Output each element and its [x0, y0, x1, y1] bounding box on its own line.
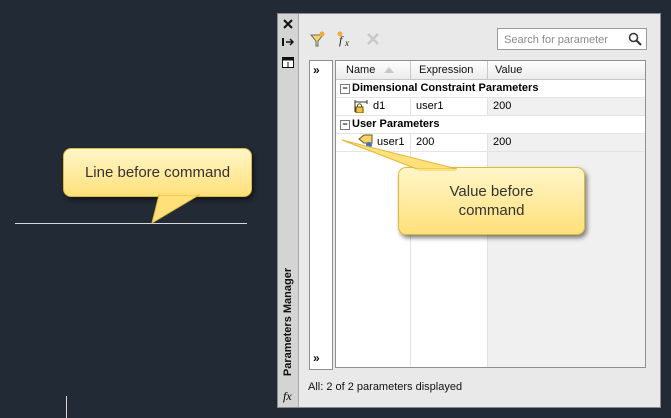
- grid-header: Name Expression Value: [336, 61, 645, 80]
- drawn-line: [15, 223, 247, 224]
- status-bar-text: All: 2 of 2 parameters displayed: [308, 381, 463, 393]
- collapse-icon[interactable]: −: [340, 120, 350, 130]
- group-dimensional[interactable]: − Dimensional Constraint Parameters: [336, 80, 645, 97]
- collapse-icon[interactable]: −: [340, 84, 350, 94]
- search-input[interactable]: [502, 30, 624, 50]
- search-icon[interactable]: [628, 32, 642, 49]
- cell-value: 200: [493, 136, 512, 148]
- autohide-icon[interactable]: [281, 35, 295, 49]
- callout-line: Line before command: [63, 148, 252, 225]
- cell-value: 200: [493, 100, 512, 112]
- search-box[interactable]: [497, 28, 647, 50]
- group-user[interactable]: − User Parameters: [336, 116, 645, 133]
- callout-value-text: Value before command: [449, 183, 534, 219]
- column-header-expression[interactable]: Expression: [411, 61, 488, 79]
- filter-icon[interactable]: [306, 28, 328, 50]
- callout-value: Value before command: [341, 139, 585, 235]
- expand-filter-bottom-icon[interactable]: »: [313, 351, 320, 365]
- expand-filter-icon[interactable]: »: [313, 63, 320, 77]
- cell-name: user1: [377, 136, 405, 148]
- cell-expression: user1: [416, 100, 444, 112]
- column-header-value[interactable]: Value: [488, 61, 645, 79]
- column-header-name[interactable]: Name: [336, 61, 411, 79]
- fx-icon[interactable]: fx: [283, 389, 292, 404]
- palette-title: Parameters Manager: [282, 267, 294, 377]
- ucs-axis-line: [66, 396, 67, 418]
- delete-icon[interactable]: [362, 28, 384, 50]
- cell-name: d1: [373, 100, 386, 112]
- palette-title-strip: Parameters Manager fx: [278, 14, 299, 407]
- new-user-parameter-icon[interactable]: fx: [334, 28, 356, 50]
- filter-tree-pane: » »: [309, 60, 333, 370]
- dimension-constraint-icon: [354, 100, 368, 113]
- toolbar: fx: [306, 28, 384, 50]
- cell-expression: 200: [416, 136, 435, 148]
- svg-text:x: x: [344, 38, 349, 48]
- properties-icon[interactable]: [281, 55, 295, 69]
- close-icon[interactable]: [281, 17, 295, 31]
- callout-line-text: Line before command: [84, 164, 231, 181]
